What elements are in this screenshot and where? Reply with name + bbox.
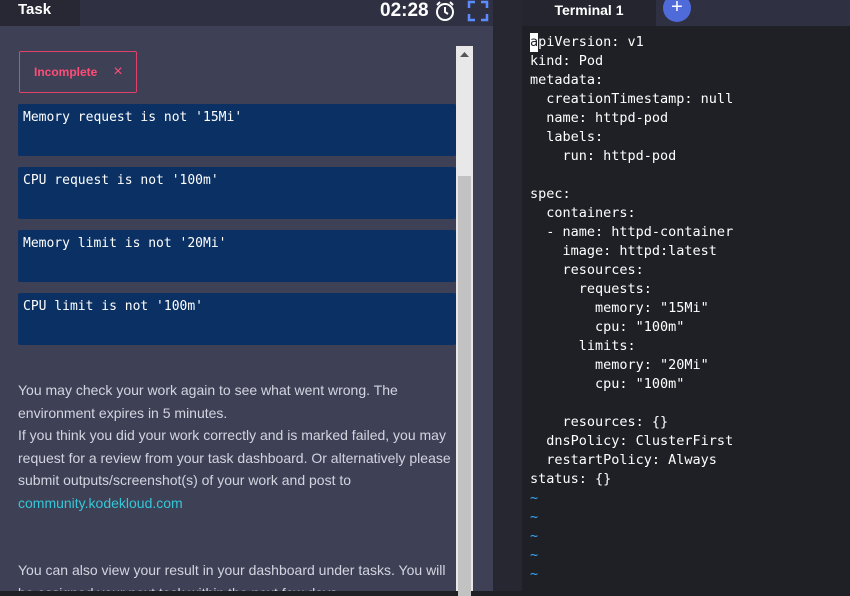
- failure-item: CPU limit is not '100m': [18, 293, 456, 345]
- terminal-line: dnsPolicy: ClusterFirst: [530, 433, 734, 449]
- dashboard-message: You can also view your result in your da…: [18, 562, 446, 591]
- failure-item: CPU request is not '100m': [18, 167, 456, 219]
- terminal-line: metadata:: [530, 72, 604, 88]
- empty-line-marker: ~: [530, 566, 539, 582]
- terminal-line: apiVersion: v1: [530, 33, 644, 52]
- terminal-line: spec:: [530, 186, 571, 202]
- terminal-line: restartPolicy: Always: [530, 452, 717, 468]
- terminal-line: kind: Pod: [530, 53, 604, 69]
- terminal-line: resources: {}: [530, 414, 669, 430]
- failure-item: Memory request is not '15Mi': [18, 104, 456, 156]
- terminal-line: memory: "15Mi": [530, 300, 709, 316]
- task-panel-header: Task 02:28: [0, 0, 493, 26]
- terminal-header: Terminal 1 +: [522, 0, 850, 26]
- panel-gutter: [473, 26, 493, 591]
- empty-line-marker: ~: [530, 528, 539, 544]
- terminal-cursor: a: [530, 33, 539, 52]
- panel-divider[interactable]: [493, 0, 522, 591]
- status-label: Incomplete: [34, 65, 98, 79]
- terminal-line: cpu: "100m": [530, 376, 685, 392]
- fullscreen-icon[interactable]: [467, 0, 489, 22]
- status-badge: Incomplete ×: [19, 51, 137, 93]
- terminal-line: run: httpd-pod: [530, 148, 677, 164]
- failure-text: Memory limit is not '20Mi': [23, 236, 227, 251]
- countdown-timer: 02:28: [380, 0, 429, 21]
- result-message: You may check your work again to see wha…: [18, 379, 456, 514]
- empty-line-marker: ~: [530, 547, 539, 563]
- terminal-line: containers:: [530, 205, 636, 221]
- terminal-line: memory: "20Mi": [530, 357, 709, 373]
- terminal-line: status: {}: [530, 471, 612, 487]
- arrow-up-icon[interactable]: [456, 46, 473, 63]
- tab-terminal-1[interactable]: Terminal 1: [522, 0, 656, 26]
- failure-item: Memory limit is not '20Mi': [18, 230, 456, 282]
- terminal-output[interactable]: apiVersion: v1 kind: Pod metadata: creatio…: [530, 33, 733, 584]
- terminal-panel: Terminal 1 + apiVersion: v1 kind: Pod meta…: [522, 0, 850, 591]
- terminal-line: image: httpd:latest: [530, 243, 717, 259]
- terminal-line: labels:: [530, 129, 604, 145]
- terminal-line: resources:: [530, 262, 644, 278]
- failure-text: CPU limit is not '100m': [23, 299, 204, 314]
- community-link[interactable]: community.kodekloud.com: [18, 495, 183, 511]
- scrollbar-thumb[interactable]: [458, 176, 471, 596]
- terminal-line: - name: httpd-container: [530, 224, 734, 240]
- plus-icon: +: [671, 0, 683, 18]
- failure-text: CPU request is not '100m': [23, 173, 219, 188]
- failure-text: Memory request is not '15Mi': [23, 110, 243, 125]
- terminal-line: requests:: [530, 281, 652, 297]
- close-icon[interactable]: ×: [113, 64, 122, 80]
- message-review-text: If you think you did your work correctly…: [18, 427, 451, 488]
- empty-line-marker: ~: [530, 490, 539, 506]
- scrollbar[interactable]: [456, 46, 473, 596]
- terminal-line: cpu: "100m": [530, 319, 685, 335]
- message-review: If you think you did your work correctly…: [18, 424, 456, 514]
- terminal-line: limits:: [530, 338, 636, 354]
- add-terminal-button[interactable]: +: [663, 0, 691, 22]
- terminal-line: creationTimestamp: null: [530, 91, 734, 107]
- tab-task[interactable]: Task: [0, 0, 80, 26]
- alarm-clock-icon: [436, 1, 454, 21]
- empty-line-marker: ~: [530, 509, 539, 525]
- terminal-line: name: httpd-pod: [530, 110, 669, 126]
- task-content: Incomplete × Memory request is not '15Mi…: [0, 26, 456, 591]
- task-panel: Task 02:28 Incomplete × Memory request i…: [0, 0, 493, 596]
- message-retry: You may check your work again to see wha…: [18, 382, 398, 421]
